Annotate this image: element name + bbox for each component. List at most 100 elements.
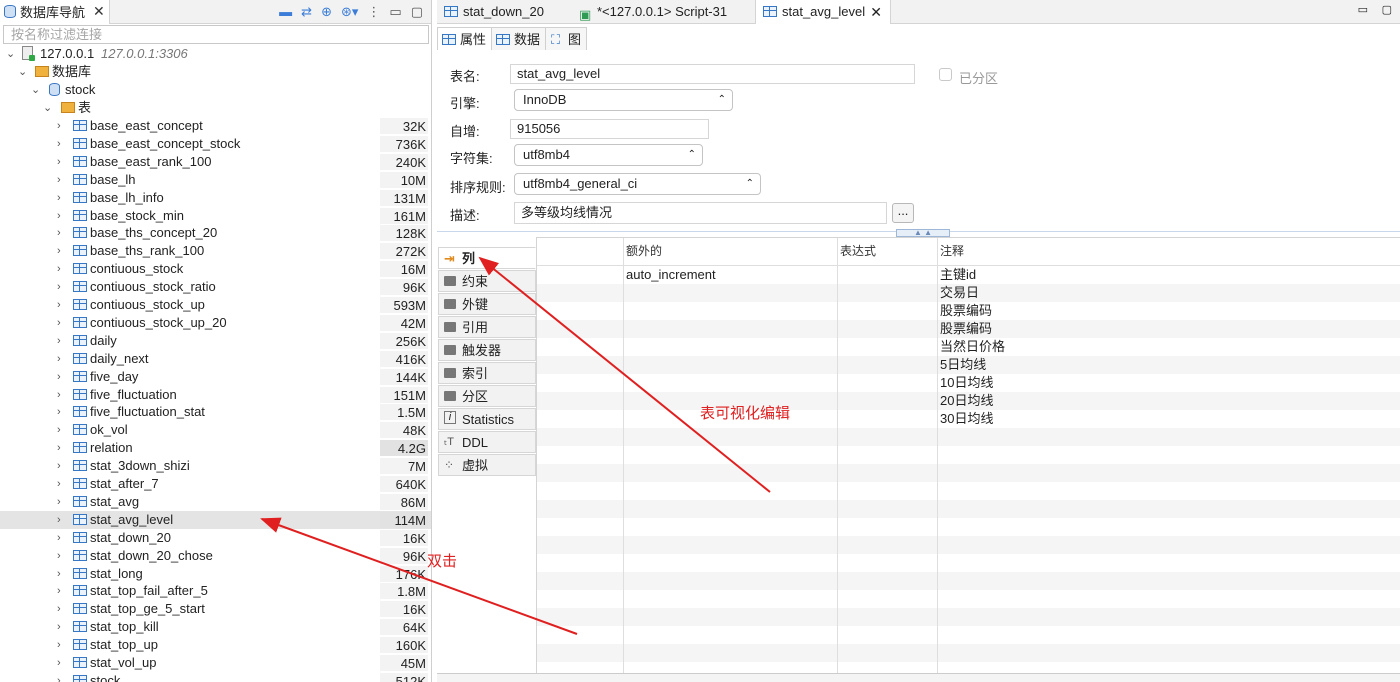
column-header-extra[interactable]: 额外的 bbox=[623, 238, 662, 265]
table-row[interactable]: › contiuous_stock_up_20 42M bbox=[0, 314, 431, 332]
grid-cell-extra[interactable]: auto_increment bbox=[623, 266, 716, 284]
close-icon[interactable]: ✕ bbox=[870, 0, 882, 24]
chevron-right-icon[interactable]: › bbox=[57, 278, 61, 296]
table-row[interactable]: › contiuous_stock 16M bbox=[0, 260, 431, 278]
table-row[interactable]: › five_fluctuation_stat 1.5M bbox=[0, 403, 431, 421]
table-row[interactable]: › stat_avg_level 114M bbox=[0, 510, 431, 529]
table-row[interactable]: › base_east_rank_100 240K bbox=[0, 153, 431, 171]
table-row[interactable]: › base_stock_min 161M bbox=[0, 207, 431, 225]
grid-cell-comment[interactable]: 交易日 bbox=[937, 284, 979, 302]
grid-cell-extra[interactable] bbox=[623, 338, 626, 356]
grid-cell-comment[interactable]: 20日均线 bbox=[937, 392, 993, 410]
maximize-icon[interactable]: ▢ bbox=[411, 4, 423, 20]
table-row[interactable]: › ok_vol 48K bbox=[0, 421, 431, 439]
link-editor-icon[interactable]: ⇄ bbox=[301, 4, 312, 20]
chevron-right-icon[interactable]: › bbox=[57, 636, 61, 654]
table-row[interactable]: › base_ths_concept_20 128K bbox=[0, 224, 431, 242]
chevron-down-icon[interactable]: ⌄ bbox=[43, 99, 52, 117]
chevron-right-icon[interactable]: › bbox=[57, 332, 61, 350]
chevron-right-icon[interactable]: › bbox=[57, 529, 61, 547]
table-row[interactable]: › daily 256K bbox=[0, 332, 431, 350]
table-row[interactable]: › base_lh 10M bbox=[0, 171, 431, 189]
tree-connection-node[interactable]: ⌄ 127.0.0.1 127.0.0.1:3306 bbox=[0, 45, 431, 63]
table-name-field[interactable]: stat_avg_level bbox=[510, 64, 915, 84]
grid-cell-comment[interactable]: 5日均线 bbox=[937, 356, 986, 374]
chevron-right-icon[interactable]: › bbox=[57, 565, 61, 583]
chevron-right-icon[interactable]: › bbox=[57, 421, 61, 439]
table-row[interactable]: › stat_3down_shizi 7M bbox=[0, 457, 431, 475]
chevron-right-icon[interactable]: › bbox=[57, 600, 61, 618]
chevron-right-icon[interactable]: › bbox=[57, 224, 61, 242]
chevron-right-icon[interactable]: › bbox=[57, 260, 61, 278]
connection-filter-input[interactable] bbox=[3, 25, 429, 44]
grid-cell-comment[interactable]: 30日均线 bbox=[937, 410, 993, 428]
table-row[interactable]: › stat_avg 86M bbox=[0, 493, 431, 511]
table-row[interactable]: › stat_top_fail_after_5 1.8M bbox=[0, 582, 431, 600]
table-row[interactable]: › five_fluctuation 151M bbox=[0, 386, 431, 404]
tab-diagram[interactable]: ⛶ 图 bbox=[545, 27, 588, 50]
minimize-icon[interactable]: ▭ bbox=[1358, 3, 1368, 16]
description-edit-button[interactable]: ... bbox=[892, 203, 914, 223]
side-tab-columns[interactable]: ⇥ 列 bbox=[438, 247, 536, 269]
collation-select[interactable]: utf8mb4_general_ci ⌃ bbox=[514, 173, 761, 195]
grid-cell-extra[interactable] bbox=[623, 284, 626, 302]
auto-increment-field[interactable]: 915056 bbox=[510, 119, 709, 139]
side-tab-ddl[interactable]: ₜT DDL bbox=[438, 431, 536, 453]
column-header-expression[interactable]: 表达式 bbox=[837, 238, 876, 265]
tree-schema-node[interactable]: ⌄ stock bbox=[0, 81, 431, 99]
grid-cell-comment[interactable]: 10日均线 bbox=[937, 374, 993, 392]
grid-cell-extra[interactable] bbox=[623, 410, 626, 428]
tree-tables-folder[interactable]: ⌄ 表 bbox=[0, 99, 431, 117]
tab-data[interactable]: 数据 bbox=[491, 27, 547, 50]
view-menu-icon[interactable]: ⋮ bbox=[367, 4, 380, 20]
grid-cell-comment[interactable]: 主键id bbox=[937, 266, 976, 284]
side-tab-foreign-key[interactable]: 外键 bbox=[438, 293, 536, 315]
chevron-right-icon[interactable]: › bbox=[57, 314, 61, 332]
new-connection-icon[interactable]: ⊕ bbox=[321, 4, 332, 20]
chevron-right-icon[interactable]: › bbox=[57, 439, 61, 457]
table-row[interactable]: › stat_top_kill 64K bbox=[0, 618, 431, 636]
minimize-icon[interactable]: ▭ bbox=[389, 4, 401, 20]
chevron-down-icon[interactable]: ⌄ bbox=[31, 81, 40, 99]
chevron-right-icon[interactable]: › bbox=[57, 117, 61, 135]
tree-databases-folder[interactable]: ⌄ 数据库 bbox=[0, 63, 431, 81]
navigator-tab[interactable]: 数据库导航 ✕ bbox=[0, 0, 110, 24]
maximize-icon[interactable]: ▢ bbox=[1382, 3, 1392, 16]
grid-cell-extra[interactable] bbox=[623, 356, 626, 374]
column-header-comment[interactable]: 注释 bbox=[937, 238, 964, 265]
table-row[interactable]: › stat_after_7 640K bbox=[0, 475, 431, 493]
table-row[interactable]: › stat_vol_up 45M bbox=[0, 654, 431, 672]
connect-icon[interactable]: ⊛▾ bbox=[341, 4, 358, 20]
grid-cell-extra[interactable] bbox=[623, 374, 626, 392]
side-tab-partition[interactable]: 分区 bbox=[438, 385, 536, 407]
chevron-right-icon[interactable]: › bbox=[57, 493, 61, 511]
chevron-right-icon[interactable]: › bbox=[57, 368, 61, 386]
chevron-down-icon[interactable]: ⌄ bbox=[18, 63, 27, 81]
tab-properties[interactable]: 属性 bbox=[437, 27, 493, 50]
chevron-right-icon[interactable]: › bbox=[57, 350, 61, 368]
table-row[interactable]: › stock 512K bbox=[0, 672, 431, 682]
side-tab-virtual[interactable]: ⁘ 虚拟 bbox=[438, 454, 536, 476]
chevron-right-icon[interactable]: › bbox=[57, 207, 61, 225]
engine-select[interactable]: InnoDB ⌃ bbox=[514, 89, 733, 111]
table-row[interactable]: › base_ths_rank_100 272K bbox=[0, 242, 431, 260]
partitioned-checkbox[interactable] bbox=[939, 68, 952, 81]
editor-tab-script[interactable]: ▣ *<127.0.0.1> Script-31 bbox=[571, 0, 755, 24]
charset-select[interactable]: utf8mb4 ⌃ bbox=[514, 144, 703, 166]
table-row[interactable]: › stat_down_20_chose 96K bbox=[0, 547, 431, 565]
table-row[interactable]: › relation 4.2G bbox=[0, 439, 431, 457]
editor-tab-stat-avg-level[interactable]: stat_avg_level ✕ bbox=[755, 0, 891, 24]
chevron-right-icon[interactable]: › bbox=[57, 135, 61, 153]
table-row[interactable]: › contiuous_stock_up 593M bbox=[0, 296, 431, 314]
table-row[interactable]: › contiuous_stock_ratio 96K bbox=[0, 278, 431, 296]
chevron-right-icon[interactable]: › bbox=[57, 672, 61, 682]
grid-cell-extra[interactable] bbox=[623, 320, 626, 338]
description-field[interactable]: 多等级均线情况 bbox=[514, 202, 887, 224]
grid-cell-comment[interactable]: 股票编码 bbox=[937, 320, 992, 338]
collapse-panel-button[interactable]: ▲ ▲ bbox=[896, 229, 950, 237]
chevron-right-icon[interactable]: › bbox=[57, 475, 61, 493]
grid-cell-extra[interactable] bbox=[623, 392, 626, 410]
chevron-right-icon[interactable]: › bbox=[57, 403, 61, 421]
chevron-down-icon[interactable]: ⌄ bbox=[6, 45, 15, 63]
chevron-right-icon[interactable]: › bbox=[57, 511, 61, 529]
